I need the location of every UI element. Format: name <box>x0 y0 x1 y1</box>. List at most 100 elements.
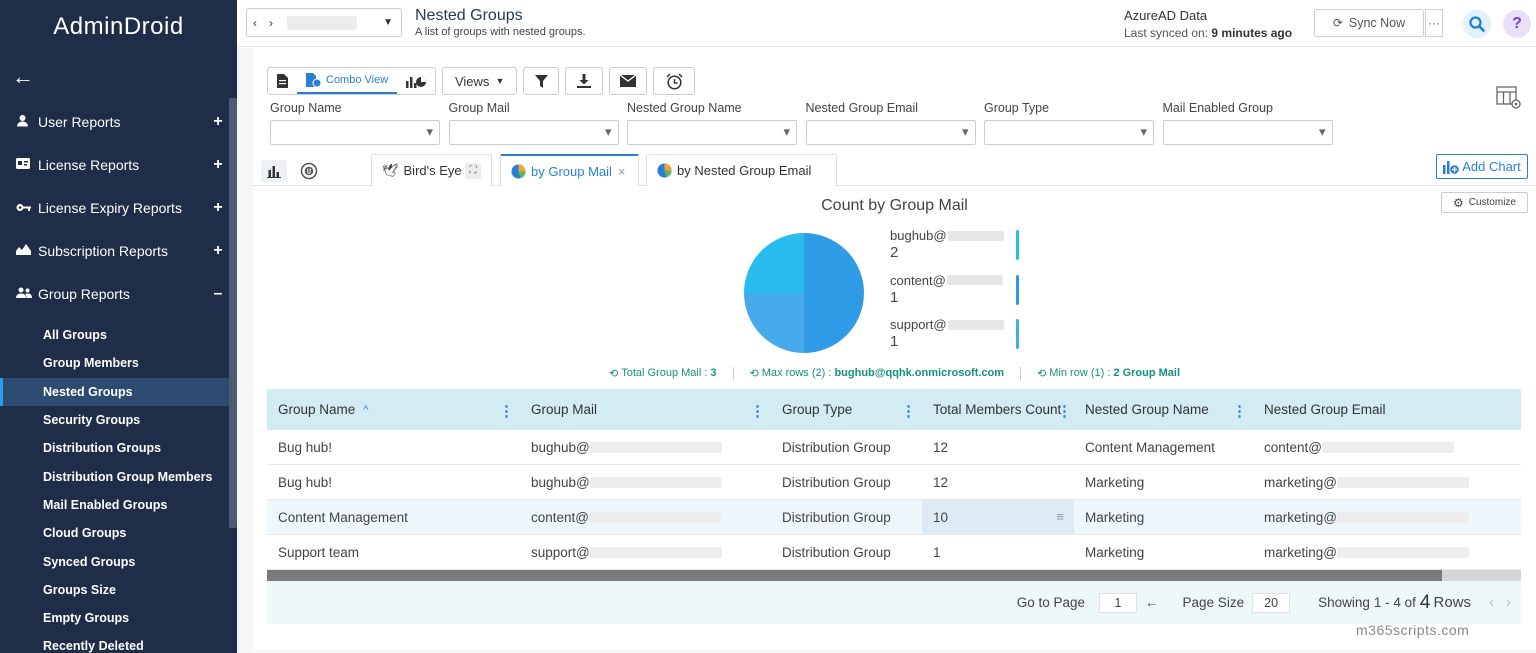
nested-group-email-select[interactable] <box>805 120 976 145</box>
back-arrow-icon[interactable]: ← <box>0 54 237 100</box>
sidebar-item-synced-groups[interactable]: Synced Groups <box>0 547 237 575</box>
sidebar-item-mail-enabled-groups[interactable]: Mail Enabled Groups <box>0 491 237 519</box>
cell-member-count[interactable]: 10 ≡ <box>922 500 1074 534</box>
sidebar-category-license-expiry-reports[interactable]: License Expiry Reports + <box>0 186 237 229</box>
add-chart-button[interactable]: Add Chart <box>1436 154 1528 179</box>
schedule-button[interactable] <box>653 67 696 95</box>
group-type-select[interactable] <box>984 120 1154 145</box>
nested-group-name-select[interactable] <box>627 120 797 145</box>
envelope-icon <box>620 75 637 87</box>
export-button[interactable] <box>565 67 604 95</box>
gauge-chart-icon[interactable] <box>296 160 322 182</box>
document-icon <box>277 74 288 88</box>
table-row[interactable]: Bug hub! bughub@ Distribution Group 12 C… <box>267 430 1521 465</box>
prev-page-icon[interactable]: ‹ <box>1489 594 1494 611</box>
tab-by-group-mail[interactable]: by Group Mail × <box>500 154 639 186</box>
tab-birds-eye[interactable]: 🕊 Bird's Eye ⛶ <box>371 154 492 186</box>
sidebar-item-recently-deleted[interactable]: Recently Deleted <box>0 632 237 653</box>
sidebar-item-security-groups[interactable]: Security Groups <box>0 406 237 434</box>
scrollbar-thumb[interactable] <box>267 570 1442 581</box>
sidebar-item-distribution-groups[interactable]: Distribution Groups <box>0 434 237 462</box>
email-button[interactable] <box>609 67 648 95</box>
sidebar-item-group-members[interactable]: Group Members <box>0 349 237 377</box>
column-header-group-type[interactable]: Group Type ⋮ <box>771 389 922 430</box>
drag-handle-icon[interactable]: ≡ <box>1056 509 1064 524</box>
column-header-total-members-count[interactable]: Total Members Count ⋮ <box>922 389 1074 430</box>
horizontal-scrollbar[interactable] <box>267 570 1521 581</box>
column-header-group-name[interactable]: Group Name ^ ⋮ <box>267 389 520 430</box>
header: ‹ › ▼ Nested Groups A list of groups wit… <box>237 0 1536 47</box>
expand-icon[interactable]: ⛶ <box>465 162 481 179</box>
expand-icon[interactable]: + <box>213 113 223 131</box>
nav-next-icon[interactable]: › <box>263 16 279 30</box>
redacted-domain <box>1336 511 1469 523</box>
legend-value: 2 <box>890 244 899 261</box>
add-chart-label: Add Chart <box>1462 159 1521 174</box>
bar-chart-icon[interactable] <box>261 160 287 182</box>
sidebar-category-license-reports[interactable]: License Reports + <box>0 143 237 186</box>
sidebar-item-distribution-group-members[interactable]: Distribution Group Members <box>0 462 237 490</box>
sidebar-category-group-reports[interactable]: Group Reports – <box>0 272 237 315</box>
column-header-nested-group-email[interactable]: Nested Group Email <box>1253 389 1521 430</box>
sort-ascending-icon[interactable]: ^ <box>363 404 368 416</box>
column-menu-icon[interactable]: ⋮ <box>901 402 916 420</box>
column-header-group-mail[interactable]: Group Mail ⋮ <box>520 389 771 430</box>
close-icon[interactable]: × <box>618 164 626 179</box>
legend-item-support[interactable]: support@ 1 <box>890 317 1020 362</box>
go-arrow-icon[interactable]: ← <box>1145 595 1159 610</box>
sidebar-item-all-groups[interactable]: All Groups <box>0 321 237 349</box>
sidebar-category-subscription-reports[interactable]: Subscription Reports + <box>0 229 237 272</box>
help-button[interactable]: ? <box>1503 10 1531 38</box>
sidebar-item-groups-size[interactable]: Groups Size <box>0 576 237 604</box>
combo-view-button[interactable]: Combo View <box>297 68 398 94</box>
column-menu-icon[interactable]: ⋮ <box>1232 402 1247 420</box>
grid-view-button[interactable] <box>268 68 297 94</box>
pie-slice-content[interactable] <box>744 293 804 353</box>
next-page-icon[interactable]: › <box>1506 594 1511 611</box>
main-area: Combo View Views ▼ Group Name ▾ Group Ma… <box>237 48 1536 653</box>
app-logo[interactable]: AdminDroid <box>0 0 237 54</box>
tab-by-nested-group-email[interactable]: by Nested Group Email <box>646 154 837 186</box>
pie-chart[interactable] <box>743 232 865 354</box>
pie-slice-support[interactable] <box>744 233 804 293</box>
group-mail-select[interactable] <box>448 120 619 145</box>
column-menu-icon[interactable]: ⋮ <box>499 402 514 420</box>
column-menu-icon[interactable]: ⋮ <box>1057 402 1072 420</box>
filter-nested-group-email: Nested Group Email <box>805 101 985 145</box>
chevron-down-icon[interactable]: ▼ <box>383 17 393 28</box>
collapse-icon[interactable]: – <box>213 285 223 303</box>
sidebar-item-cloud-groups[interactable]: Cloud Groups <box>0 519 237 547</box>
legend-item-bughub[interactable]: bughub@ 2 <box>890 228 1020 273</box>
search-button[interactable] <box>1463 10 1491 38</box>
sync-now-button[interactable]: ⟳ Sync Now <box>1314 9 1424 37</box>
column-menu-icon[interactable]: ⋮ <box>750 402 765 420</box>
sidebar-item-nested-groups[interactable]: Nested Groups <box>0 377 237 406</box>
chart-view-button[interactable] <box>397 68 435 94</box>
nav-prev-icon[interactable]: ‹ <box>247 16 263 30</box>
expand-icon[interactable]: + <box>213 199 223 217</box>
group-name-select[interactable] <box>270 120 440 145</box>
expand-icon[interactable]: + <box>213 156 223 174</box>
sidebar-category-user-reports[interactable]: User Reports + <box>0 100 237 143</box>
mail-enabled-group-select[interactable] <box>1162 120 1333 145</box>
category-label: License Reports <box>38 156 140 173</box>
legend-item-content[interactable]: content@ 1 <box>890 273 1020 318</box>
pie-slice-bughub[interactable] <box>804 233 864 353</box>
views-dropdown[interactable]: Views ▼ <box>442 67 518 95</box>
column-header-nested-group-name[interactable]: Nested Group Name ⋮ <box>1074 389 1253 430</box>
sidebar-scrollbar[interactable] <box>229 98 237 528</box>
filter-button[interactable] <box>523 67 560 95</box>
stat-label: Min row (1) : <box>1049 367 1111 379</box>
more-options-button[interactable]: ··· <box>1425 9 1443 37</box>
table-row[interactable]: Content Management content@ Distribution… <box>267 500 1521 535</box>
page-size-input[interactable]: 20 <box>1252 592 1291 613</box>
legend-color-bar <box>1016 319 1019 349</box>
sidebar-item-empty-groups[interactable]: Empty Groups <box>0 604 237 632</box>
column-layout-icon[interactable] <box>1496 86 1522 113</box>
page-number-input[interactable]: 1 <box>1099 592 1138 613</box>
table-row[interactable]: Support team support@ Distribution Group… <box>267 535 1521 570</box>
expand-icon[interactable]: + <box>213 242 223 260</box>
page-title: Nested Groups <box>415 7 523 24</box>
report-navigator[interactable]: ‹ › ▼ <box>246 8 402 37</box>
table-row[interactable]: Bug hub! bughub@ Distribution Group 12 M… <box>267 465 1521 500</box>
